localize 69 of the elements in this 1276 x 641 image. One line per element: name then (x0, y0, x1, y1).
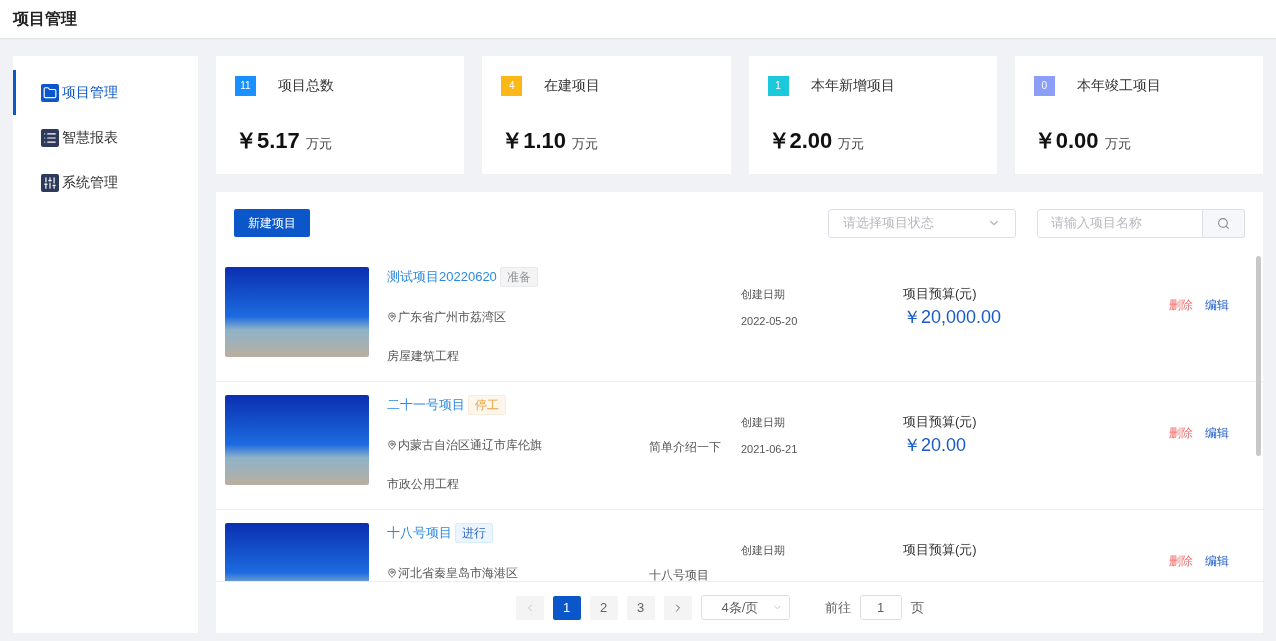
sidebar-item[interactable]: 项目管理 (13, 70, 198, 115)
page-size-select[interactable]: 4条/页 (700, 595, 790, 620)
delete-link[interactable]: 删除 (1169, 552, 1193, 581)
stat-label: 本年竣工项目 (1076, 76, 1161, 95)
count-badge: 1 (767, 75, 789, 96)
date-label: 创建日期 (741, 543, 786, 558)
project-category: 房屋建筑工程 (387, 348, 460, 365)
page-title: 项目管理 (13, 9, 77, 29)
date-label: 创建日期 (741, 415, 786, 430)
date-label: 创建日期 (741, 287, 786, 302)
edit-link[interactable]: 编辑 (1205, 424, 1229, 509)
page-number[interactable]: 2 (589, 595, 618, 620)
page-number[interactable]: 1 (552, 595, 581, 620)
goto-label: 前往 (824, 598, 851, 617)
stat-unit: 万元 (572, 135, 599, 153)
goto-page-field[interactable]: 1 (859, 595, 902, 620)
stat-amount: ￥0.00 (1033, 127, 1099, 155)
search-icon (1217, 216, 1230, 230)
budget-amount: ￥20,000.00 (903, 305, 1003, 329)
search-field[interactable]: 请输入项目名称 (1037, 208, 1203, 238)
project-name[interactable]: 二十一号项目 (387, 395, 465, 415)
delete-link[interactable]: 删除 (1169, 296, 1193, 381)
stat-amount: ￥2.00 (767, 127, 833, 155)
budget-label: 项目预算(元) (903, 541, 978, 559)
scrollbar[interactable] (1256, 256, 1261, 456)
project-location: 内蒙古自治区通辽市库伦旗 (398, 437, 542, 454)
edit-link[interactable]: 编辑 (1205, 296, 1229, 381)
project-location: 河北省秦皇岛市海港区 (398, 565, 518, 581)
stat-label: 本年新增项目 (810, 76, 895, 95)
budget-amount: ￥20.00 (903, 433, 968, 457)
new-project-button[interactable]: 新建项目 (234, 209, 310, 237)
stat-unit: 万元 (1104, 135, 1131, 153)
status-tag: 进行 (455, 523, 493, 543)
budget-label: 项目预算(元) (903, 285, 978, 303)
search-button[interactable] (1203, 208, 1245, 238)
budget-label: 项目预算(元) (903, 413, 978, 431)
stat-amount: ￥5.17 (235, 127, 300, 155)
stat-amount: ￥1.10 (501, 127, 567, 155)
list-icon (41, 128, 59, 147)
status-tag: 停工 (468, 395, 506, 415)
stat-label: 项目总数 (278, 76, 334, 95)
folder-icon (41, 83, 59, 102)
project-name[interactable]: 十八号项目 (387, 523, 452, 543)
created-date: 2021-06-21 (741, 441, 799, 457)
status-tag: 准备 (499, 267, 538, 287)
sliders-icon (41, 173, 59, 192)
stat-label: 在建项目 (544, 76, 601, 95)
count-badge: 4 (501, 75, 523, 96)
project-description: 简单介绍一下 (649, 440, 721, 454)
project-location: 广东省广州市荔湾区 (398, 309, 506, 326)
project-description: 十八号项目 (649, 568, 709, 581)
page-number[interactable]: 3 (626, 595, 655, 620)
location-pin-icon (387, 440, 397, 450)
edit-link[interactable]: 编辑 (1205, 552, 1229, 581)
page-unit-label: 页 (910, 598, 924, 617)
count-badge: 0 (1033, 75, 1055, 96)
sidebar-item[interactable]: 智慧报表 (13, 115, 198, 160)
delete-link[interactable]: 删除 (1169, 424, 1193, 509)
stat-unit: 万元 (838, 135, 865, 153)
created-date: 2022-05-20 (741, 313, 799, 329)
sidebar-item[interactable]: 系统管理 (13, 160, 198, 205)
location-pin-icon (387, 312, 397, 322)
next-page-button[interactable] (663, 595, 692, 620)
count-badge: 11 (235, 75, 256, 96)
previous-page-button[interactable] (515, 595, 544, 620)
stat-unit: 万元 (305, 135, 332, 153)
project-name[interactable]: 测试项目20220620 (387, 267, 497, 287)
project-category: 市政公用工程 (387, 476, 460, 493)
location-pin-icon (387, 568, 397, 578)
